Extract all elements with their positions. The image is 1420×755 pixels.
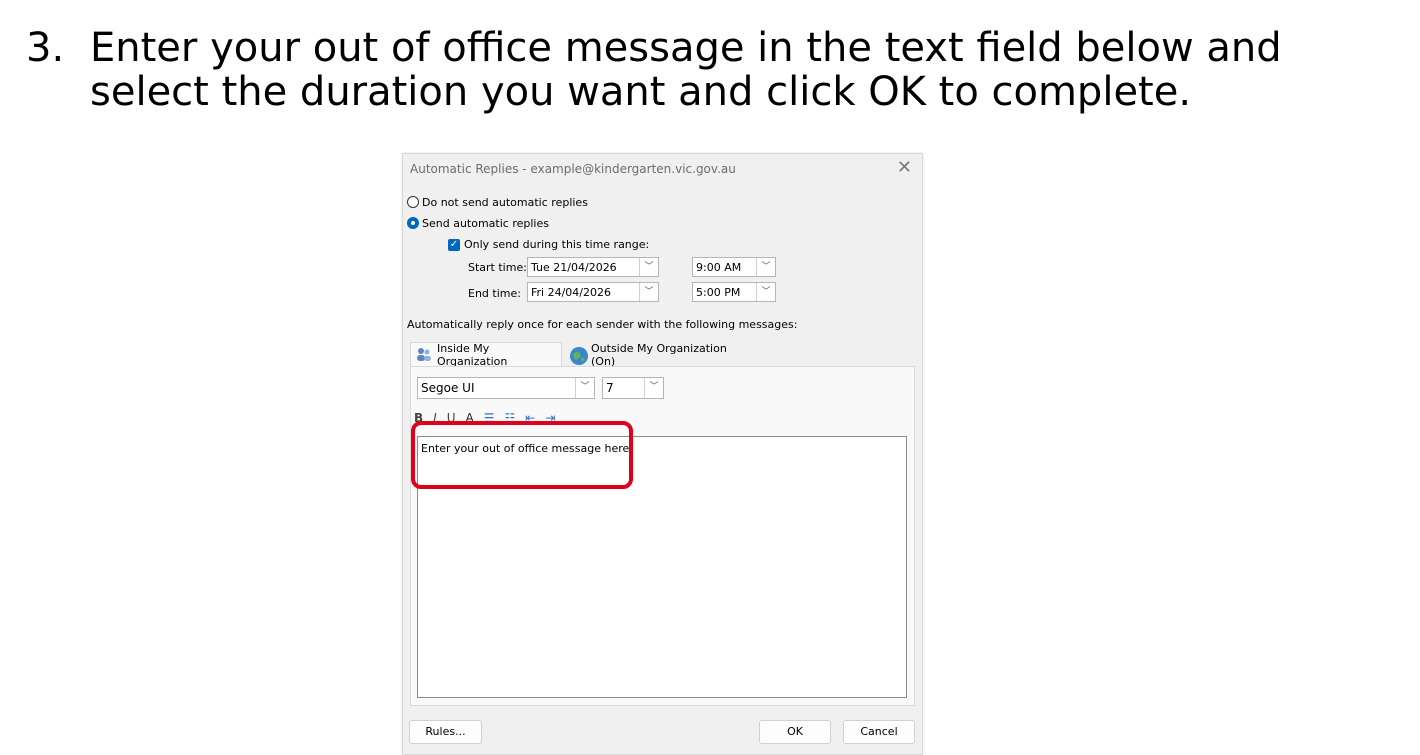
people-icon: [415, 346, 433, 364]
radio-do-not-send-label: Do not send automatic replies: [422, 195, 588, 209]
end-time-label: End time:: [468, 287, 521, 300]
only-send-range-label: Only send during this time range:: [464, 238, 650, 251]
end-date-value: Fri 24/04/2026: [531, 286, 612, 299]
radio-send-label: Send automatic replies: [422, 216, 549, 230]
automatic-replies-dialog: Automatic Replies - example@kindergarten…: [402, 153, 923, 755]
instruction-text: Enter your out of office message in the …: [90, 25, 1282, 115]
chevron-down-icon[interactable]: ﹀: [756, 283, 775, 301]
start-time-select[interactable]: 9:00 AM ﹀: [692, 257, 776, 277]
chevron-down-icon[interactable]: ﹀: [639, 283, 658, 301]
tab-outside-label: Outside My Organization (On): [591, 342, 727, 368]
start-time-label: Start time:: [468, 261, 527, 274]
only-send-range-checkbox[interactable]: ✓ Only send during this time range:: [448, 238, 649, 251]
radio-selected-icon[interactable]: [407, 217, 419, 229]
close-icon[interactable]: ✕: [897, 157, 912, 178]
dialog-titlebar: Automatic Replies - example@kindergarten…: [403, 154, 922, 184]
step-number: 3.: [26, 25, 65, 71]
checkmark-icon[interactable]: ✓: [448, 238, 460, 251]
tab-outside-organization[interactable]: Outside My Organization (On): [565, 342, 745, 368]
radio-do-not-send[interactable]: Do not send automatic replies: [407, 194, 588, 210]
globe-icon: [569, 346, 588, 365]
radio-button-icon[interactable]: [407, 196, 419, 208]
font-name-value: Segoe UI: [421, 381, 475, 395]
highlight-box: [411, 421, 633, 489]
chevron-down-icon[interactable]: ﹀: [756, 258, 775, 276]
chevron-down-icon[interactable]: ﹀: [575, 378, 594, 398]
end-time-value: 5:00 PM: [696, 286, 741, 299]
start-date-value: Tue 21/04/2026: [531, 261, 617, 274]
end-date-select[interactable]: Fri 24/04/2026 ﹀: [527, 282, 659, 302]
dialog-title: Automatic Replies - example@kindergarten…: [410, 162, 736, 176]
font-size-select[interactable]: 7 ﹀: [602, 377, 664, 399]
chevron-down-icon[interactable]: ﹀: [639, 258, 658, 276]
rules-button[interactable]: Rules...: [409, 720, 482, 744]
cancel-button[interactable]: Cancel: [843, 720, 915, 744]
end-time-select[interactable]: 5:00 PM ﹀: [692, 282, 776, 302]
font-name-select[interactable]: Segoe UI ﹀: [417, 377, 595, 399]
start-time-value: 9:00 AM: [696, 261, 742, 274]
tab-inside-organization[interactable]: Inside My Organization: [410, 341, 562, 368]
tab-inside-label: Inside My Organization: [437, 341, 508, 368]
font-size-value: 7: [606, 381, 614, 395]
ok-button[interactable]: OK: [759, 720, 831, 744]
reply-info-text: Automatically reply once for each sender…: [407, 318, 798, 331]
chevron-down-icon[interactable]: ﹀: [644, 378, 663, 398]
start-date-select[interactable]: Tue 21/04/2026 ﹀: [527, 257, 659, 277]
radio-send[interactable]: Send automatic replies: [407, 215, 549, 231]
